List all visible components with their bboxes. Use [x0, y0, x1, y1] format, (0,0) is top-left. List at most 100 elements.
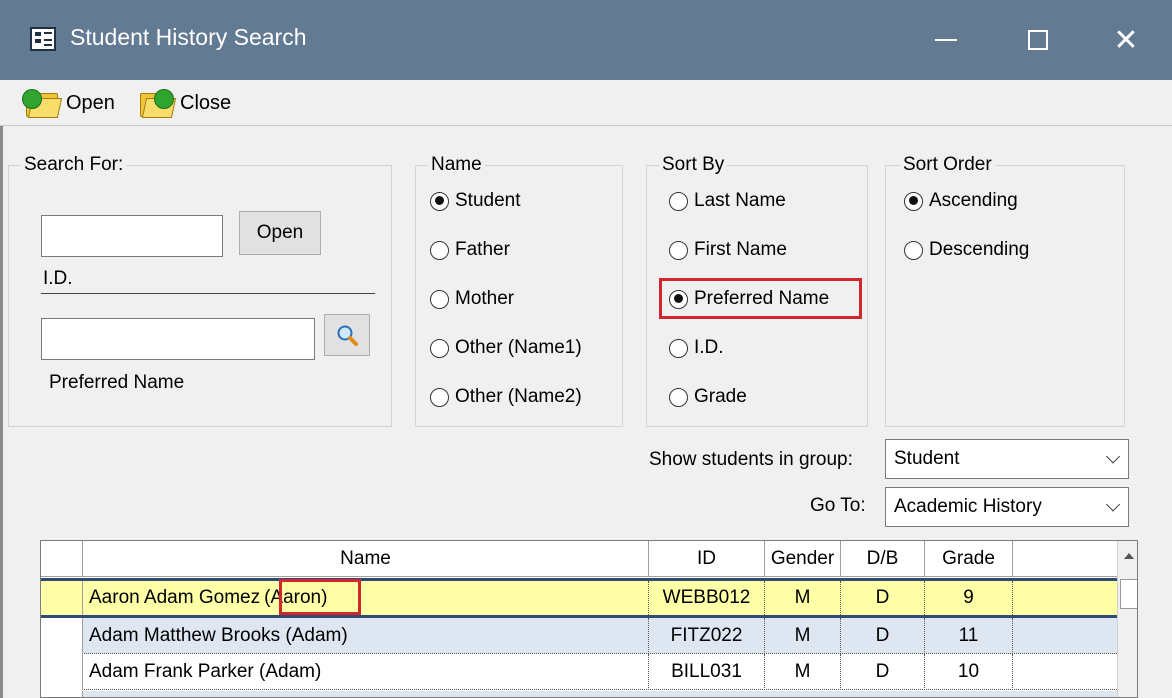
- radio-label: I.D.: [694, 337, 724, 358]
- cell-gender: M: [765, 654, 841, 690]
- student-name: Aaron Adam Gomez: [89, 587, 261, 608]
- radio-other-name2[interactable]: Other (Name2): [430, 386, 582, 408]
- column-header-id[interactable]: ID: [649, 541, 765, 577]
- open-folder-icon: [22, 87, 63, 119]
- maximize-icon: [1028, 30, 1048, 50]
- open-toolbar-button[interactable]: Open: [22, 80, 115, 126]
- radio-student[interactable]: Student: [430, 190, 521, 212]
- goto-label: Go To:: [810, 495, 866, 516]
- radio-label: Student: [455, 190, 521, 211]
- radio-dot: [669, 338, 688, 358]
- radio-label: Descending: [929, 239, 1030, 260]
- radio-descending[interactable]: Descending: [904, 239, 1029, 261]
- table-row[interactable]: [41, 691, 1117, 697]
- title-bar: Student History Search ✕: [0, 0, 1172, 80]
- cell-db: D: [841, 581, 925, 615]
- search-button[interactable]: [324, 314, 370, 356]
- close-toolbar-label: Close: [180, 91, 232, 114]
- window-title: Student History Search: [70, 24, 307, 50]
- scroll-up-icon[interactable]: [1124, 553, 1134, 559]
- group-filter-select[interactable]: Student: [885, 439, 1129, 479]
- scroll-thumb[interactable]: [1120, 579, 1137, 609]
- close-folder-icon: [136, 87, 177, 119]
- radio-dot: [430, 289, 449, 309]
- magnifier-icon: [337, 325, 358, 346]
- radio-label: Grade: [694, 386, 747, 407]
- radio-father[interactable]: Father: [430, 239, 510, 261]
- group-filter-value: Student: [894, 448, 960, 469]
- radio-dot: [904, 240, 923, 260]
- radio-dot: [904, 191, 923, 211]
- cell-name: Adam Frank Parker (Adam): [89, 654, 649, 690]
- table-row[interactable]: Adam Frank Parker (Adam) BILL031 M D 10: [41, 654, 1117, 690]
- cell-id: FITZ022: [649, 618, 765, 654]
- preferred-name-highlight: [659, 278, 862, 319]
- radio-ascending[interactable]: Ascending: [904, 190, 1018, 212]
- radio-dot: [430, 338, 449, 358]
- chevron-down-icon: [1105, 497, 1121, 512]
- preferred-name-cell-highlight: [279, 579, 361, 615]
- minimize-button[interactable]: [900, 0, 992, 80]
- cell-grade: 10: [925, 654, 1013, 690]
- table-row[interactable]: Adam Matthew Brooks (Adam) FITZ022 M D 1…: [41, 618, 1117, 654]
- goto-select[interactable]: Academic History: [885, 487, 1129, 527]
- column-header-grade[interactable]: Grade: [925, 541, 1013, 577]
- goto-value: Academic History: [894, 496, 1042, 517]
- radio-mother[interactable]: Mother: [430, 288, 514, 310]
- search-for-legend: Search For:: [21, 154, 127, 176]
- radio-dot: [430, 240, 449, 260]
- id-input[interactable]: [41, 215, 223, 257]
- row-selector[interactable]: [41, 581, 83, 615]
- radio-first-name[interactable]: First Name: [669, 239, 787, 261]
- vertical-scrollbar[interactable]: [1117, 541, 1137, 697]
- radio-dot: [669, 240, 688, 260]
- radio-label: Other (Name1): [455, 337, 582, 358]
- cell-db: D: [841, 618, 925, 654]
- id-label: I.D.: [43, 268, 73, 289]
- cell-id: WEBB012: [649, 581, 765, 615]
- search-for-group: Search For: Open I.D. Preferred Name: [8, 154, 392, 427]
- radio-dot: [669, 191, 688, 211]
- open-toolbar-label: Open: [66, 91, 115, 114]
- radio-label: Mother: [455, 288, 515, 309]
- cell-gender: M: [765, 581, 841, 615]
- row-selector-header: [41, 541, 83, 577]
- radio-dot: [669, 387, 688, 407]
- cell-grade: 11: [925, 618, 1013, 654]
- radio-grade[interactable]: Grade: [669, 386, 747, 408]
- cell-db: D: [841, 654, 925, 690]
- column-header-gender[interactable]: Gender: [765, 541, 841, 577]
- table-row[interactable]: Aaron Adam Gomez (Aaron) WEBB012 M D 9: [41, 578, 1117, 618]
- divider: [41, 293, 375, 294]
- radio-dot: [430, 191, 449, 211]
- preferred-name-label: Preferred Name: [49, 372, 185, 393]
- name-group: Name Student Father Mother Other (Name1)…: [415, 154, 623, 427]
- students-grid: Name ID Gender D/B Grade Aaron Adam Gome…: [40, 540, 1138, 698]
- radio-label: First Name: [694, 239, 787, 260]
- radio-label: Father: [455, 239, 510, 260]
- window-icon: [30, 27, 56, 51]
- row-selector[interactable]: [41, 618, 83, 654]
- toolbar: Open Close: [0, 80, 1172, 126]
- cell-name: Adam Matthew Brooks (Adam): [89, 618, 649, 654]
- radio-other-name1[interactable]: Other (Name1): [430, 337, 582, 359]
- sort-by-group: Sort By Last Name First Name Preferred N…: [646, 154, 868, 427]
- cell-name: Aaron Adam Gomez (Aaron): [89, 581, 649, 615]
- column-header-db[interactable]: D/B: [841, 541, 925, 577]
- sort-order-group: Sort Order Ascending Descending: [885, 154, 1125, 427]
- radio-label: Other (Name2): [455, 386, 582, 407]
- group-filter-label: Show students in group:: [649, 449, 853, 470]
- radio-id[interactable]: I.D.: [669, 337, 724, 359]
- preferred-name-input[interactable]: [41, 318, 315, 360]
- close-window-button[interactable]: ✕: [1080, 0, 1172, 80]
- cell-grade: 9: [925, 581, 1013, 615]
- column-header-name[interactable]: Name: [83, 541, 649, 577]
- open-id-button[interactable]: Open: [239, 211, 321, 255]
- radio-last-name[interactable]: Last Name: [669, 190, 786, 212]
- close-toolbar-button[interactable]: Close: [136, 80, 231, 126]
- row-selector[interactable]: [41, 691, 83, 697]
- maximize-button[interactable]: [992, 0, 1084, 80]
- row-selector[interactable]: [41, 654, 83, 690]
- sort-order-legend: Sort Order: [900, 154, 995, 176]
- chevron-down-icon: [1105, 449, 1121, 464]
